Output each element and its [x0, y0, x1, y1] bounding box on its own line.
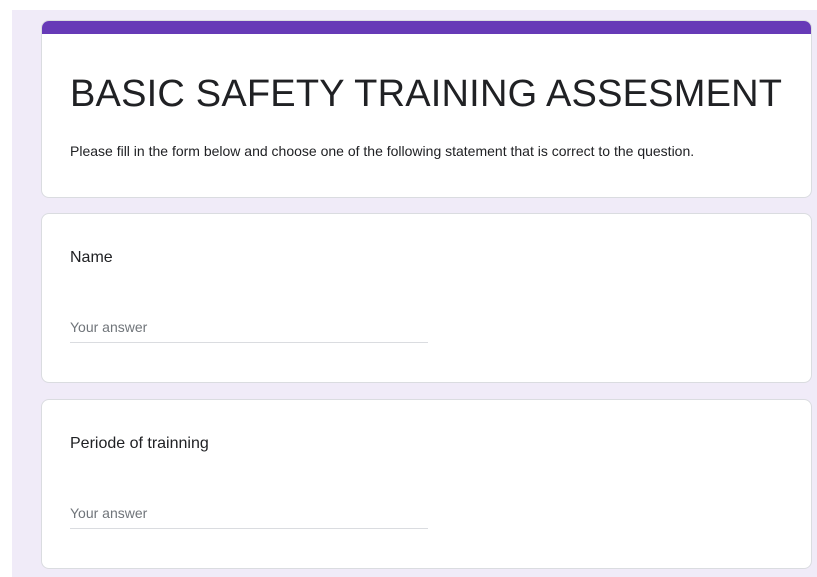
form-description: Please fill in the form below and choose…: [70, 143, 695, 159]
period-of-training-input[interactable]: [70, 498, 428, 529]
question-label-period: Periode of trainning: [70, 435, 209, 452]
question-label-name: Name: [70, 249, 113, 266]
form-header-card: BASIC SAFETY TRAINING ASSESMENT Please f…: [41, 20, 812, 198]
header-accent-bar: [42, 21, 811, 34]
name-input[interactable]: [70, 312, 428, 343]
question-card-period: Periode of trainning: [41, 399, 812, 569]
form-title: BASIC SAFETY TRAINING ASSESMENT: [70, 73, 783, 115]
question-card-name: Name: [41, 213, 812, 383]
